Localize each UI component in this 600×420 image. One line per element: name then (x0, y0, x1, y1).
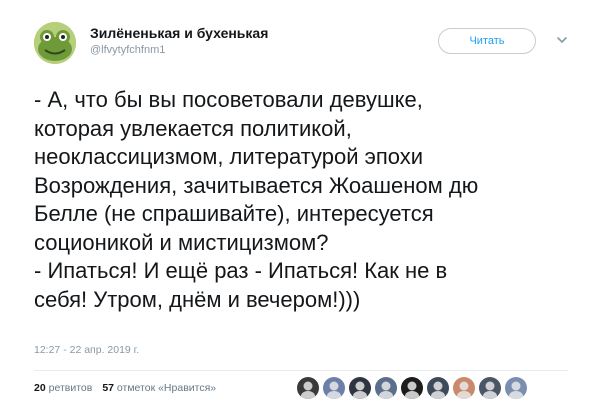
user-avatar-8[interactable] (478, 376, 502, 400)
frog-avatar-icon (34, 22, 76, 64)
likers-avatars (296, 376, 530, 400)
follow-button[interactable]: Читать (438, 28, 536, 54)
user-avatar-3[interactable] (348, 376, 372, 400)
likes-label: отметок «Нравится» (116, 382, 217, 394)
user-avatar-4[interactable] (374, 376, 398, 400)
tweet-line: неоклассицизмом, литературой эпохи (34, 144, 424, 169)
divider (34, 370, 568, 371)
retweets-count: 20 (34, 382, 46, 394)
user-avatar-7[interactable] (452, 376, 476, 400)
author-avatar[interactable] (34, 22, 76, 64)
user-avatar-6[interactable] (426, 376, 450, 400)
tweet-timestamp[interactable]: 12:27 - 22 апр. 2019 г. (34, 344, 139, 356)
likes-stat[interactable]: 57 отметок «Нравится» (102, 382, 216, 394)
author-handle[interactable]: @lfvytyfchfnm1 (90, 44, 165, 56)
tweet-text: - А, что бы вы посоветовали девушке, кот… (34, 86, 574, 314)
author-name[interactable]: Зилёненькая и бухенькая (90, 25, 268, 41)
retweets-stat[interactable]: 20 ретвитов (34, 382, 92, 394)
tweet-line: Белле (не спрашивайте), интересуется (34, 201, 434, 226)
tweet-line: - А, что бы вы посоветовали девушке, (34, 87, 423, 112)
tweet-line: соционикой и мистицизмом? (34, 229, 329, 255)
user-avatar-9[interactable] (504, 376, 528, 400)
tweet-line: которая увлекается политикой, (34, 115, 352, 141)
tweet-line: - Ипаться! И ещё раз - Ипаться! Как не в (34, 258, 448, 283)
user-avatar-2[interactable] (322, 376, 346, 400)
tweet-line: себя! Утром, днём и вечером!))) (34, 286, 361, 312)
user-avatar-5[interactable] (400, 376, 424, 400)
likes-count: 57 (102, 382, 114, 394)
user-avatar-1[interactable] (296, 376, 320, 400)
chevron-down-icon[interactable] (555, 33, 569, 47)
tweet-line: Возрождения, зачитывается Жоашеном дю (34, 172, 479, 198)
tweet-stats: 20 ретвитов 57 отметок «Нравится» (34, 382, 216, 394)
retweets-label: ретвитов (48, 382, 93, 394)
